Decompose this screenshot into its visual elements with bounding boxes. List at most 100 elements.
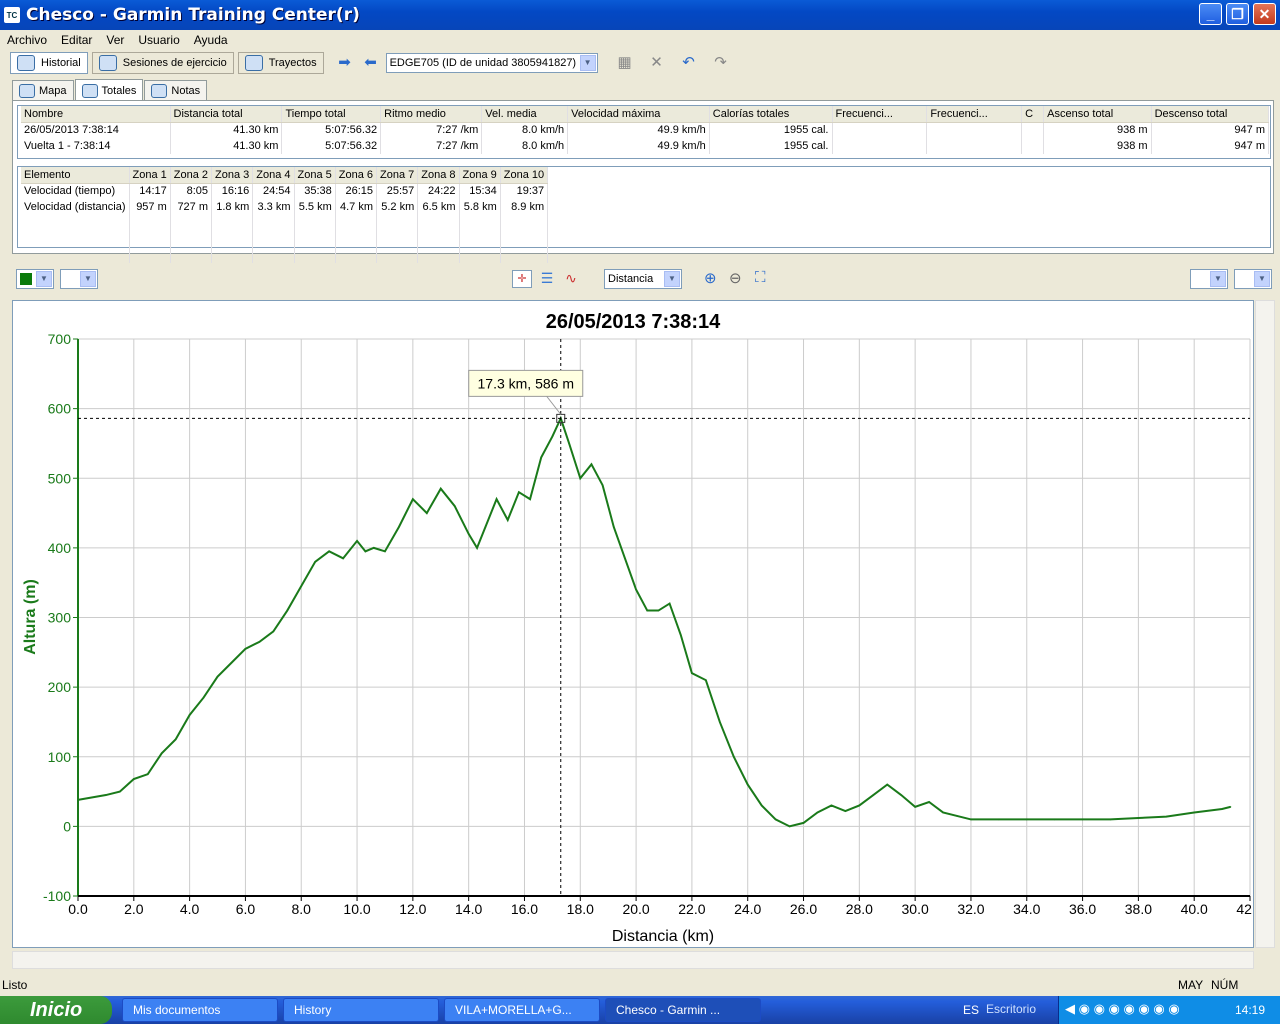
table-row[interactable]: Vuelta 1 - 7:38:14 41.30 km 5:07:56.32 7:27… (21, 138, 1270, 154)
table-cell (500, 247, 549, 263)
task-chesco-garmin[interactable]: Chesco - Garmin ... (605, 998, 761, 1022)
table-row[interactable]: Velocidad (tiempo) 14:17 8:05 16:16 24:54 35:… (21, 183, 549, 199)
elevation-chart[interactable]: 0.0 2.0 4.0 6.0 8.0 10.0 12.0 14.0 16.0 18.0 20.0 2… (12, 300, 1264, 948)
data-point (732, 755, 735, 758)
horizontal-scrollbar[interactable] (12, 951, 1254, 969)
zones-header[interactable]: Zona 2 (170, 167, 213, 184)
device-select[interactable]: EDGE705 (ID de unidad 3805941827) ▼ (385, 53, 598, 73)
x-tick-label: 38.0 (1125, 901, 1152, 917)
zoom-in-icon[interactable]: ⊕ (704, 269, 724, 287)
totals-header[interactable]: Velocidad máxima (567, 106, 710, 123)
data-point (314, 561, 316, 563)
chevron-down-icon: ▼ (579, 55, 596, 71)
menu-ayuda[interactable]: Ayuda (187, 33, 235, 47)
data-point (914, 806, 916, 808)
task-vila-morella[interactable]: VILA+MORELLA+G... (444, 998, 600, 1022)
desktop-toolbar[interactable]: Escritorio (986, 1002, 1036, 1016)
totals-header[interactable]: Frecuenci... (926, 106, 1023, 123)
chart-svg[interactable]: 0.0 2.0 4.0 6.0 8.0 10.0 12.0 14.0 16.0 18.0 20.0 2… (13, 301, 1264, 947)
table-cell (211, 231, 254, 247)
menu-editar[interactable]: Editar (54, 33, 99, 47)
table-row[interactable]: Velocidad (distancia) 957 m 727 m 1.8 km 3.3… (21, 199, 549, 215)
x-tick-label: 36.0 (1069, 901, 1096, 917)
zones-header[interactable]: Elemento (21, 167, 130, 184)
bars-icon[interactable]: ☰ (537, 270, 557, 288)
table-cell (211, 215, 254, 231)
zones-header[interactable]: Zona 4 (252, 167, 295, 184)
zoom-out-icon[interactable]: ⊖ (729, 269, 749, 287)
sesiones-button[interactable]: Sesiones de ejercicio (91, 52, 234, 74)
send-to-device-icon[interactable]: ➡ (334, 53, 356, 73)
data-point (844, 810, 847, 812)
trayectos-button[interactable]: Trayectos (237, 52, 324, 74)
tab-notas[interactable]: Notas (144, 80, 208, 101)
task-history[interactable]: History (283, 998, 439, 1022)
totals-header[interactable]: Ascenso total (1043, 106, 1152, 123)
color-select[interactable]: ▼ (16, 269, 54, 289)
zones-header[interactable]: Zona 7 (376, 167, 419, 184)
chevron-down-icon: ▼ (1254, 271, 1270, 287)
totals-header[interactable]: C (1021, 106, 1045, 123)
menu-usuario[interactable]: Usuario (131, 33, 186, 47)
minimize-button[interactable]: _ (1199, 3, 1222, 25)
historial-button[interactable]: Historial (10, 52, 88, 74)
totals-header[interactable]: Distancia total (170, 106, 283, 123)
table-row[interactable]: 26/05/2013 7:38:14 41.30 km 5:07:56.32 7:27… (21, 122, 1270, 138)
chevron-down-icon: ▼ (664, 271, 680, 287)
zones-header[interactable]: Zona 9 (459, 167, 501, 184)
zones-header[interactable]: Zona 10 (500, 167, 549, 184)
language-indicator[interactable]: ES (963, 1003, 979, 1017)
tab-mapa[interactable]: Mapa (12, 80, 74, 101)
table-cell: 947 m (1151, 122, 1270, 138)
line-chart-icon[interactable]: ∿ (561, 270, 581, 288)
receive-from-device-icon[interactable]: ⬅ (360, 53, 382, 73)
zones-header[interactable]: Zona 3 (211, 167, 254, 184)
axis-select[interactable]: Distancia ▼ (604, 269, 682, 289)
close-button[interactable]: ✕ (1253, 3, 1276, 25)
menu-ver[interactable]: Ver (99, 33, 131, 47)
tray-icons[interactable]: ◀ ◉ ◉ ◉ ◉ ◉ ◉ ◉ (1065, 1001, 1180, 1017)
data-point (160, 752, 163, 755)
crosshair-icon[interactable]: ✛ (512, 270, 532, 288)
map-disabled-icon[interactable]: ▦ (614, 53, 636, 73)
start-button[interactable]: Inicio (0, 996, 112, 1024)
zones-header[interactable]: Zona 8 (417, 167, 460, 184)
tab-totales[interactable]: Totales (74, 79, 144, 101)
totals-header[interactable]: Calorías totales (709, 106, 833, 123)
right-select-1[interactable]: ▼ (1190, 269, 1228, 289)
totals-header[interactable]: Ritmo medio (380, 106, 483, 123)
menu-archivo[interactable]: Archivo (0, 33, 54, 47)
totals-header[interactable]: Tiempo total (281, 106, 382, 123)
table-cell (500, 215, 549, 231)
history-icon (17, 55, 35, 71)
menu-bar: Archivo Editar Ver Usuario Ayuda (0, 30, 1280, 50)
table-cell: 35:38 (294, 183, 336, 199)
totals-header[interactable]: Nombre (21, 106, 171, 123)
data-point (624, 557, 626, 560)
table-cell: 5:07:56.32 (281, 138, 382, 154)
task-mis-documentos[interactable]: Mis documentos (122, 998, 278, 1022)
zones-header[interactable]: Zona 5 (294, 167, 336, 184)
totals-header[interactable]: Vel. media (481, 106, 569, 123)
table-cell: 16:16 (211, 183, 254, 199)
right-select-2[interactable]: ▼ (1234, 269, 1272, 289)
y-tick-label: 400 (48, 540, 72, 556)
data-point (77, 799, 79, 801)
table-cell: 7:27 /km (380, 122, 483, 138)
undo-icon[interactable]: ↶ (678, 53, 700, 73)
table-cell (252, 231, 295, 247)
zones-header[interactable]: Zona 6 (335, 167, 378, 184)
zones-header[interactable]: Zona 1 (129, 167, 171, 184)
totals-header[interactable]: Frecuenci... (832, 106, 928, 123)
table-cell: 15:34 (459, 183, 501, 199)
redo-icon[interactable]: ↷ (710, 53, 732, 73)
table-cell: 1955 cal. (709, 122, 833, 138)
totals-header[interactable]: Descenso total (1151, 106, 1270, 123)
table-cell (335, 231, 378, 247)
series-select[interactable]: ▼ (60, 269, 98, 289)
maximize-button[interactable]: ❐ (1226, 3, 1249, 25)
zoom-fit-icon[interactable]: ⛶ (755, 269, 775, 286)
delete-icon[interactable]: ✕ (646, 53, 668, 73)
vertical-scrollbar[interactable] (1255, 300, 1275, 948)
x-tick-label: 20.0 (622, 901, 649, 917)
